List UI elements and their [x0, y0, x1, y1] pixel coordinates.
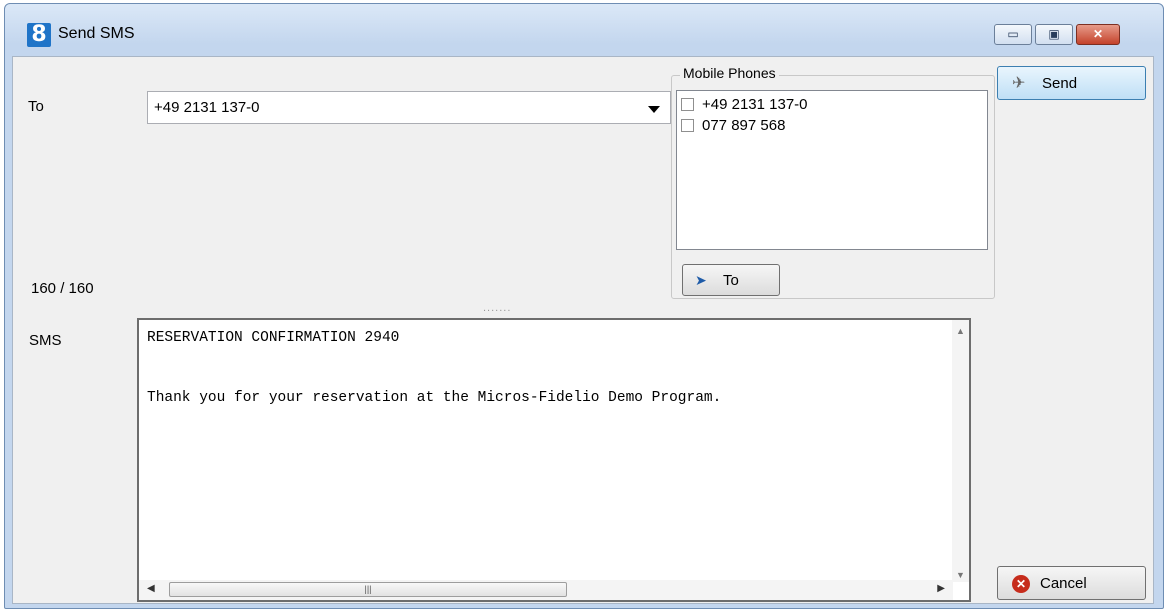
phone-checkbox[interactable]: [681, 118, 694, 132]
cursor-arrow-icon: ➤: [695, 272, 707, 288]
scroll-left-icon[interactable]: ◀: [147, 583, 155, 594]
send-button[interactable]: ✈ Send: [997, 66, 1146, 100]
mobile-phones-group: Mobile Phones +49 2131 137-0 077 897 568…: [671, 65, 995, 299]
horizontal-scrollbar[interactable]: ◀ ||| ▶: [139, 580, 953, 600]
phone-list-item[interactable]: +49 2131 137-0: [681, 95, 808, 113]
sms-textarea[interactable]: RESERVATION CONFIRMATION 2940 Thank you …: [137, 318, 971, 602]
mobile-phones-list[interactable]: +49 2131 137-0 077 897 568: [676, 90, 988, 250]
phone-checkbox[interactable]: [681, 97, 694, 111]
cancel-button[interactable]: ✕ Cancel: [997, 566, 1146, 600]
send-sms-window: 8 Send SMS ▭ ▣ ✕ To +49 2131 137-0 Mobil…: [4, 3, 1164, 609]
horizontal-scroll-thumb[interactable]: |||: [169, 582, 567, 597]
scroll-up-icon[interactable]: ▲: [956, 326, 965, 336]
cancel-button-label: Cancel: [1040, 575, 1087, 592]
app-logo-icon: 8: [27, 23, 51, 47]
splitter-grip[interactable]: .......: [483, 302, 511, 314]
send-button-label: Send: [1042, 75, 1078, 92]
character-count: 160 / 160: [31, 280, 94, 297]
sms-message-text[interactable]: RESERVATION CONFIRMATION 2940 Thank you …: [147, 328, 721, 408]
scroll-down-icon[interactable]: ▼: [956, 570, 965, 580]
title-bar[interactable]: 8 Send SMS ▭ ▣ ✕: [5, 4, 1163, 56]
to-label: To: [28, 98, 44, 115]
phone-list-item[interactable]: 077 897 568: [681, 116, 785, 134]
mobile-phones-title: Mobile Phones: [680, 65, 779, 81]
sms-label: SMS: [29, 332, 62, 349]
maximize-button[interactable]: ▣: [1035, 24, 1073, 45]
close-button[interactable]: ✕: [1076, 24, 1120, 45]
to-combobox[interactable]: +49 2131 137-0: [147, 91, 671, 124]
add-to-recipient-button[interactable]: ➤ To: [682, 264, 780, 296]
minimize-button[interactable]: ▭: [994, 24, 1032, 45]
vertical-scrollbar[interactable]: ▲ ▼: [952, 320, 969, 582]
to-combobox-value: +49 2131 137-0: [154, 99, 260, 116]
window-title: Send SMS: [58, 25, 135, 42]
phone-number-label: +49 2131 137-0: [702, 95, 808, 113]
paper-plane-icon: ✈: [1012, 75, 1026, 92]
dialog-client-area: To +49 2131 137-0 Mobile Phones +49 2131…: [12, 56, 1154, 604]
cancel-x-icon: ✕: [1012, 575, 1030, 593]
phone-number-label: 077 897 568: [702, 116, 786, 134]
dropdown-arrow-icon[interactable]: [648, 106, 660, 113]
add-to-button-label: To: [723, 272, 739, 289]
scroll-right-icon[interactable]: ▶: [937, 583, 945, 594]
